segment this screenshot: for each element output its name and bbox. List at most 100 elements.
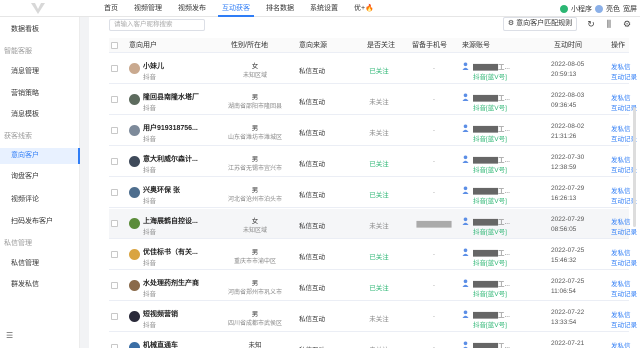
vertical-scrollbar[interactable] — [633, 107, 636, 227]
row-checkbox[interactable] — [111, 158, 118, 165]
user-platform: 抖音 — [143, 74, 156, 81]
user-name[interactable]: 隆回县南隆水塔厂 — [143, 92, 215, 102]
send-message-link[interactable]: 发私信 — [611, 123, 631, 133]
source-account-type: 抖音[蓝V号] — [473, 136, 507, 143]
row-checkbox[interactable] — [111, 251, 118, 258]
sidebar-item-bulk-private-message[interactable]: 群发私信 — [0, 278, 80, 292]
send-message-link[interactable]: 发私信 — [611, 278, 631, 288]
nav-you-plus[interactable]: 优+🔥 — [350, 0, 378, 17]
user-name[interactable]: 意大利威尔森计... — [143, 154, 215, 164]
send-message-link[interactable]: 发私信 — [611, 185, 631, 195]
interaction-time: 11:06:54 — [551, 288, 576, 295]
mini-program-link[interactable]: 小程序 — [571, 4, 592, 14]
select-all-checkbox[interactable] — [111, 42, 118, 49]
account-user-icon — [462, 93, 469, 101]
user-name[interactable]: 上海展鹤自控设... — [143, 216, 215, 226]
send-message-link[interactable]: 发私信 — [611, 154, 631, 164]
table-row[interactable]: 上海展鹤自控设... 抖音 女未知区域 私信互动 未关注 ▇▇▇▇▇▇▇ ▇▇▇▇▇工...… — [109, 209, 637, 239]
row-checkbox[interactable] — [111, 189, 118, 196]
table-header: 意向用户 性别/所在地 意向来源 是否关注 留备手机号 来源账号 互动时间 操作 — [109, 38, 629, 53]
header-source-account: 来源账号 — [462, 42, 490, 49]
send-message-link[interactable]: 发私信 — [611, 61, 631, 71]
avatar — [129, 311, 140, 322]
account-user-icon — [463, 341, 468, 348]
send-message-link[interactable]: 发私信 — [611, 247, 631, 257]
source-account-name: ▇▇▇▇▇工... — [473, 64, 510, 71]
source-account-name: ▇▇▇▇▇工... — [473, 188, 510, 195]
sidebar-item-video-comments[interactable]: 视频评论 — [0, 193, 80, 207]
user-name[interactable]: 水处理药剂生产商 — [143, 278, 215, 288]
sidebar: 数据看板 智能客服 消息管理 营销策略 消息模板 获客线索 意向客户 询盘客户 … — [0, 17, 80, 348]
wide-mode-toggle[interactable]: 宽屏 — [623, 4, 637, 14]
avatar — [129, 280, 140, 291]
user-name[interactable]: 小妹儿 — [143, 61, 215, 71]
row-checkbox[interactable] — [111, 220, 118, 227]
sidebar-item-intent-customers[interactable]: 意向客户 — [0, 148, 80, 164]
nav-interaction-leads[interactable]: 互动获客 — [218, 0, 254, 17]
table-row[interactable]: 机械直通车抖音未知山东省济南市章丘市私信互动未关注-▇▇▇▇▇工...抖音[蓝V… — [109, 333, 631, 348]
sidebar-item-scan-publish-customers[interactable]: 扫码发布客户 — [0, 215, 80, 229]
send-message-link[interactable]: 发私信 — [611, 92, 631, 102]
search-input[interactable]: 请输入客户昵称搜索 — [109, 19, 205, 31]
user-name[interactable]: 优佳标书（有关... — [143, 247, 215, 257]
source-account-name: ▇▇▇▇▇工... — [473, 95, 510, 102]
user-avatar[interactable] — [595, 4, 603, 13]
row-checkbox[interactable] — [111, 313, 118, 320]
settings-icon[interactable]: ⚙ — [621, 18, 633, 30]
sidebar-item-private-message-management[interactable]: 私信管理 — [0, 257, 80, 271]
interaction-record-link[interactable]: 互动记录 — [611, 226, 637, 236]
nav-video-publish[interactable]: 视频发布 — [174, 0, 210, 17]
nav-ranking-data[interactable]: 排名数据 — [262, 0, 298, 17]
source-account-name: ▇▇▇▇▇工... — [473, 126, 510, 133]
sidebar-item-message-management[interactable]: 消息管理 — [0, 65, 80, 79]
follow-status: 已关注 — [369, 285, 389, 292]
user-name[interactable]: 亮色 — [606, 4, 620, 14]
avatar — [129, 187, 140, 198]
user-name[interactable]: 短视频营销 — [143, 309, 215, 319]
sidebar-item-inquiry-customers[interactable]: 询盘客户 — [0, 170, 80, 184]
row-checkbox[interactable] — [111, 344, 118, 348]
nav-home[interactable]: 首页 — [100, 0, 122, 17]
table-row[interactable]: 短视频营销 抖音 男四川省成都市武侯区 私信互动 未关注 - ▇▇▇▇▇工... 抖音[蓝V号… — [109, 302, 637, 332]
table-row[interactable]: 隆回县南隆水塔厂 抖音 男湖南省邵阳市隆回县 私信互动 未关注 - ▇▇▇▇▇工... 抖音[… — [109, 85, 637, 115]
interaction-record-link[interactable]: 互动记录 — [611, 288, 637, 298]
interaction-record-link[interactable]: 互动记录 — [611, 71, 637, 81]
row-checkbox[interactable] — [111, 65, 118, 72]
interaction-time: 21:31:26 — [551, 133, 577, 140]
table-row[interactable]: 意大利威尔森计... 抖音 男江苏省无锡市宜兴市 私信互动 已关注 - ▇▇▇▇▇工... 抖… — [109, 147, 637, 177]
send-message-link[interactable]: 发私信 — [611, 216, 631, 226]
intent-source: 私信互动 — [299, 285, 325, 292]
source-account-name: ▇▇▇▇▇工... — [473, 312, 510, 319]
sidebar-item-marketing-strategy[interactable]: 营销策略 — [0, 87, 80, 101]
gender: 男 — [251, 280, 259, 287]
intent-source: 私信互动 — [299, 130, 325, 137]
gender: 男 — [251, 94, 259, 101]
location: 湖南省邵阳市隆回县 — [227, 104, 282, 110]
collapse-menu-icon[interactable]: ☰ — [6, 331, 13, 340]
row-checkbox[interactable] — [111, 127, 118, 134]
user-name[interactable]: 兴奥环保 张 — [143, 185, 215, 195]
location: 河南省郑州市巩义市 — [227, 290, 282, 296]
send-message-link[interactable]: 发私信 — [611, 309, 631, 319]
row-checkbox[interactable] — [111, 96, 118, 103]
sidebar-item-message-template[interactable]: 消息模板 — [0, 108, 80, 122]
table-row[interactable]: 水处理药剂生产商 抖音 男河南省郑州市巩义市 私信互动 已关注 - ▇▇▇▇▇工... 抖音[… — [109, 271, 637, 301]
intent-rules-button[interactable]: ⚙ 意向客户匹配规则 — [503, 17, 577, 31]
user-name[interactable]: 机械直通车 — [143, 340, 215, 348]
row-checkbox[interactable] — [111, 282, 118, 289]
column-settings-icon[interactable]: ⫼ — [603, 18, 615, 30]
send-message-link[interactable]: 发私信 — [611, 340, 631, 348]
table-row[interactable]: 小妹儿 抖音 女未知区域 私信互动 已关注 - ▇▇▇▇▇工... 抖音[蓝V号] 2022-0… — [109, 54, 637, 84]
refresh-icon[interactable]: ↻ — [585, 18, 597, 30]
sidebar-item-dashboard[interactable]: 数据看板 — [0, 23, 80, 37]
interaction-record-link[interactable]: 互动记录 — [611, 257, 637, 267]
nav-video-management[interactable]: 视频管理 — [130, 0, 166, 17]
table-row[interactable]: 兴奥环保 张抖音 男河北省沧州市泊头市 私信互动 已关注 - ▇▇▇▇▇工... 抖音[蓝V… — [109, 178, 637, 208]
user-platform: 抖音 — [143, 291, 156, 298]
interaction-date: 2022-07-22 — [551, 309, 585, 316]
table-row[interactable]: 用户919318756... 抖音 男山东省潍坊市潍城区 私信互动 未关注 - ▇▇▇▇▇工… — [109, 116, 637, 146]
table-row[interactable]: 优佳标书（有关... 抖音 男重庆市市渝中区 私信互动 已关注 - ▇▇▇▇▇工... 抖音[… — [109, 240, 637, 270]
nav-system-settings[interactable]: 系统设置 — [306, 0, 342, 17]
interaction-record-link[interactable]: 互动记录 — [611, 319, 637, 329]
user-name[interactable]: 用户919318756... — [143, 123, 215, 133]
